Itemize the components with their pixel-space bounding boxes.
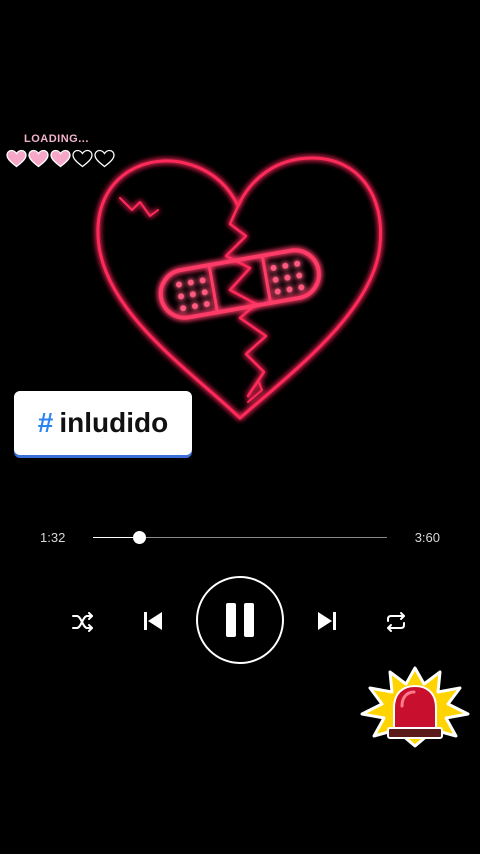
play-pause-button[interactable] <box>196 576 284 664</box>
total-time: 3:60 <box>414 530 440 545</box>
current-time: 1:32 <box>40 530 66 545</box>
heart-filled-icon <box>6 149 27 168</box>
siren-alarm-icon <box>360 666 470 752</box>
hashtag-text: inludido <box>59 407 169 438</box>
previous-button[interactable] <box>138 606 168 636</box>
hash-symbol: # <box>37 407 54 438</box>
shuffle-button[interactable] <box>69 608 97 636</box>
repeat-button[interactable] <box>382 608 410 636</box>
skip-previous-icon <box>144 612 162 630</box>
hashtag-label: # inludido <box>14 391 192 455</box>
seek-bar-progress <box>93 537 139 538</box>
heart-filled-icon <box>50 149 71 168</box>
skip-next-icon <box>318 612 336 630</box>
seek-handle[interactable] <box>132 531 146 544</box>
pause-icon <box>226 603 254 637</box>
shuffle-icon <box>72 612 93 632</box>
seek-bar[interactable] <box>93 531 387 544</box>
next-button[interactable] <box>312 606 342 636</box>
heart-filled-icon <box>28 149 49 168</box>
repeat-icon <box>387 612 405 632</box>
